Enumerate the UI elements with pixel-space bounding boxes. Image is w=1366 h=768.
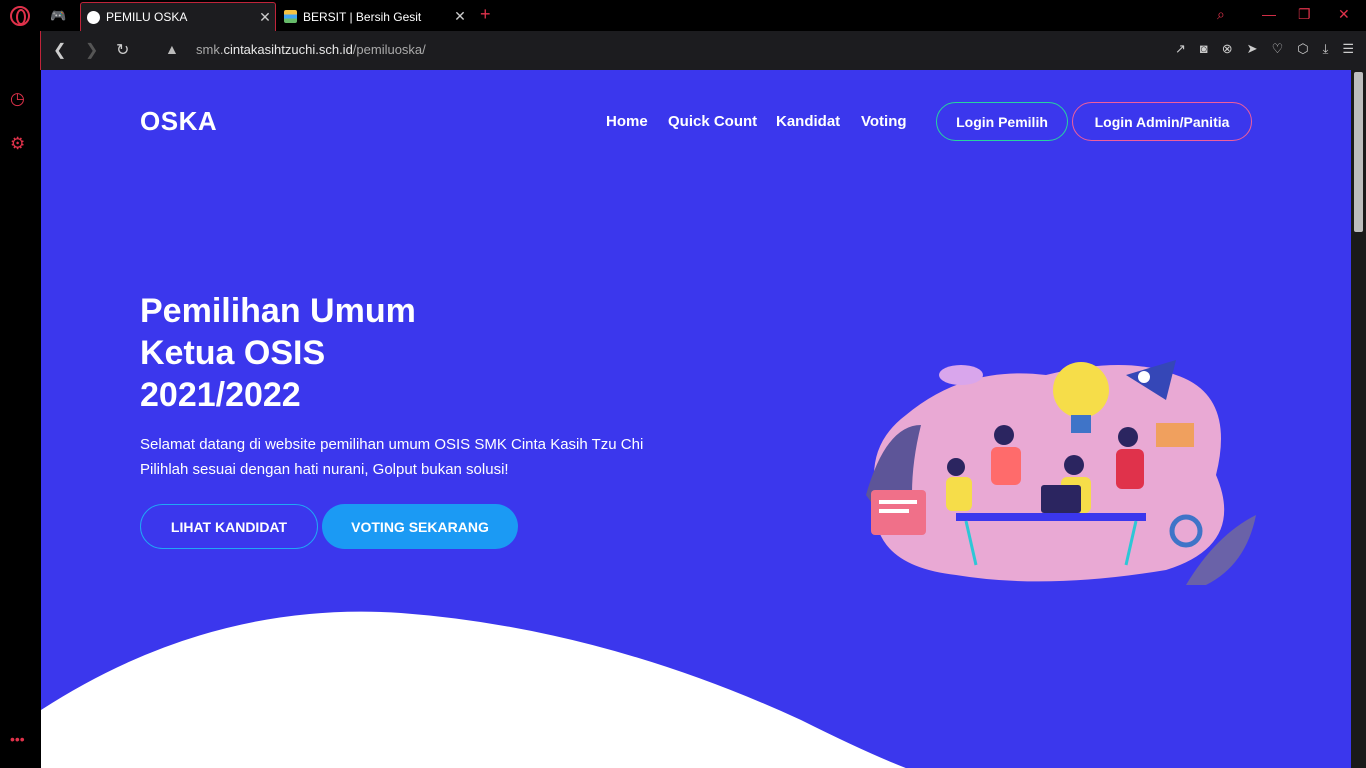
close-tab-icon[interactable]: ✕ xyxy=(255,9,275,26)
download-icon[interactable]: ⤓ xyxy=(1323,41,1329,57)
adblock-icon[interactable]: ⊗ xyxy=(1222,41,1233,57)
hero-title: Pemilihan Umum Ketua OSIS 2021/2022 xyxy=(140,290,416,416)
nav-quick-count[interactable]: Quick Count xyxy=(668,113,757,130)
url-domain: cintakasihtzuchi.sch.id xyxy=(223,42,353,57)
web-page: OSKA Home Quick Count Kandidat Voting Lo… xyxy=(41,70,1351,768)
browser-sidebar: ◷ ⚙ ••• xyxy=(0,31,40,768)
cube-icon[interactable]: ⬡ xyxy=(1297,41,1308,57)
bersit-favicon-icon xyxy=(284,10,297,23)
page-scrollbar[interactable] xyxy=(1351,70,1366,768)
tab-title: BERSIT | Bersih Gesit xyxy=(303,9,422,24)
share-icon[interactable]: ↗ xyxy=(1175,41,1186,57)
reload-icon[interactable]: ↻ xyxy=(116,40,129,60)
close-window-icon[interactable]: ✕ xyxy=(1338,6,1350,23)
hero-title-line3: 2021/2022 xyxy=(140,376,301,414)
tab-bar: 🎮 PEMILU OSKA ✕ BERSIT | Bersih Gesit ✕ … xyxy=(0,0,1366,31)
settings-gear-icon[interactable]: ⚙ xyxy=(10,134,25,154)
hero-title-line2: Ketua OSIS xyxy=(140,334,326,372)
globe-icon xyxy=(87,10,100,24)
nav-voting[interactable]: Voting xyxy=(861,113,907,130)
tab-title: PEMILU OSKA xyxy=(106,10,188,24)
hero-subtitle-line1: Selamat datang di website pemilihan umum… xyxy=(140,436,644,453)
heart-icon[interactable]: ♡ xyxy=(1272,41,1284,57)
scrollbar-thumb[interactable] xyxy=(1354,72,1363,232)
login-admin-button[interactable]: Login Admin/Panitia xyxy=(1072,102,1252,141)
opera-logo-icon[interactable] xyxy=(10,6,30,26)
hero-subtitle-line2: Pilihlah sesuai dengan hati nurani, Golp… xyxy=(140,461,509,478)
not-secure-warning-icon[interactable]: ▲ xyxy=(165,41,179,57)
teamwork-illustration xyxy=(866,360,1256,585)
tab-bersit[interactable]: BERSIT | Bersih Gesit ✕ xyxy=(278,2,470,31)
lihat-kandidat-button[interactable]: LIHAT KANDIDAT xyxy=(140,504,318,549)
nav-home[interactable]: Home xyxy=(606,113,648,130)
hero-title-line1: Pemilihan Umum xyxy=(140,292,416,330)
send-icon[interactable]: ➤ xyxy=(1247,41,1258,57)
back-icon[interactable]: ❮ xyxy=(53,40,66,60)
address-bar-tools: ↗ ◙ ⊗ ➤ ♡ ⬡ ⤓ ☰ xyxy=(1175,41,1354,57)
search-icon[interactable]: ⌕ xyxy=(1217,6,1225,23)
tab-pemilu-oska[interactable]: PEMILU OSKA ✕ xyxy=(80,2,276,31)
url-field[interactable]: smk.cintakasihtzuchi.sch.id/pemiluoska/ xyxy=(196,42,426,57)
snapshot-camera-icon[interactable]: ◙ xyxy=(1200,41,1208,57)
login-pemilih-button[interactable]: Login Pemilih xyxy=(936,102,1068,141)
voting-sekarang-button[interactable]: VOTING SEKARANG xyxy=(322,504,518,549)
site-logo[interactable]: OSKA xyxy=(140,106,217,137)
history-icon[interactable]: ◷ xyxy=(10,89,25,109)
nav-kandidat[interactable]: Kandidat xyxy=(776,113,840,130)
decorative-wave xyxy=(41,611,906,768)
close-tab-icon[interactable]: ✕ xyxy=(450,8,470,25)
restore-icon[interactable]: ❐ xyxy=(1298,6,1311,23)
new-tab-icon[interactable]: + xyxy=(480,4,491,25)
minimize-icon[interactable]: — xyxy=(1262,6,1276,22)
forward-icon[interactable]: ❯ xyxy=(85,40,98,60)
browser-window: 🎮 PEMILU OSKA ✕ BERSIT | Bersih Gesit ✕ … xyxy=(0,0,1366,768)
url-path: /pemiluoska/ xyxy=(352,42,426,57)
easy-setup-icon[interactable]: ☰ xyxy=(1342,41,1354,57)
address-bar: ❮ ❯ ↻ ▲ smk.cintakasihtzuchi.sch.id/pemi… xyxy=(40,31,1366,70)
more-options-icon[interactable]: ••• xyxy=(10,731,25,747)
hero-subtitle: Selamat datang di website pemilihan umum… xyxy=(140,432,643,482)
gamepad-icon[interactable]: 🎮 xyxy=(50,8,66,24)
url-prefix: smk. xyxy=(196,42,224,57)
